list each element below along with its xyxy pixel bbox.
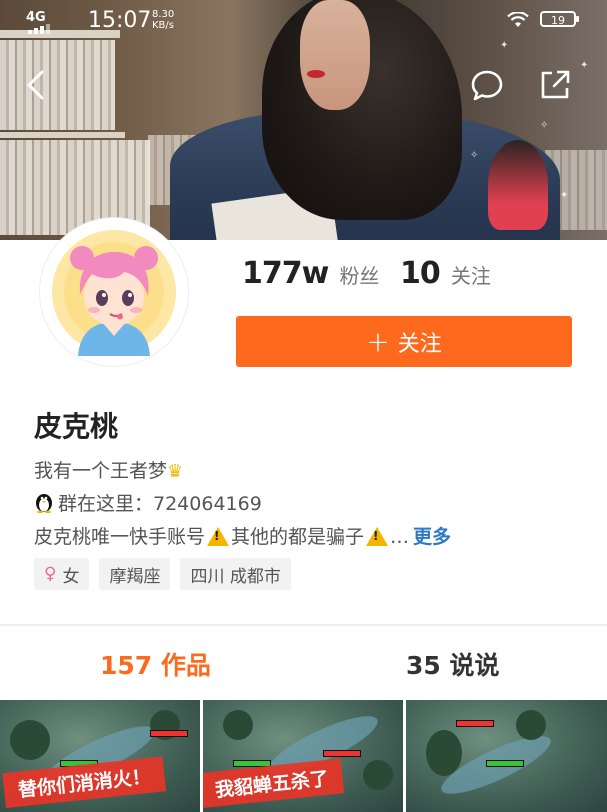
profile-tags: ♀ 女 摩羯座 四川 成都市 [34,558,291,590]
wifi-icon [507,12,529,27]
bookshelf [0,132,125,138]
thumbnail-caption: 我貂蝉五杀了 [203,758,345,808]
penguin-icon [36,494,52,514]
tag-location-label: 四川 成都市 [190,566,281,587]
follow-button-label: 关注 [397,331,442,357]
following-count: 10 [400,256,441,291]
bio-line-1: 我有一个王者梦♛ [34,456,183,483]
share-icon[interactable] [538,68,572,102]
video-thumbnail[interactable]: 我貂蝉五杀了 [203,700,403,812]
following-label: 关注 [450,264,491,288]
sparkle-icon: ✦ [580,60,589,71]
signal-icon [28,24,54,34]
tab-works[interactable]: 157 作品 [100,646,211,682]
network-type: 4G [26,10,46,25]
follow-button[interactable]: + 关注 [236,316,572,367]
network-speed: 8.30 KB/s [152,9,174,31]
tag-location: 四川 成都市 [180,558,291,590]
bio-line-1-text: 我有一个王者梦 [34,460,168,482]
sparkle-icon: ✦ [560,190,569,201]
sparkle-icon: ✧ [470,150,479,161]
warning-icon: ! [205,524,231,548]
avatar-illustration [52,230,176,356]
plus-icon: + [366,325,390,358]
tab-posts[interactable]: 35 说说 [406,646,500,682]
bio-line-3-text-a: 皮克桃唯一快手账号 [34,526,206,548]
tag-gender-label: 女 [62,566,80,587]
bio-line-3: 皮克桃唯一快手账号! 其他的都是骗子!… 更多 [34,524,452,548]
female-icon: ♀ [44,564,57,584]
status-bar: 4G 15:07 8.30 KB/s 19 [0,0,607,40]
crown-icon: ♛ [167,461,184,482]
following-stat[interactable]: 10 关注 [400,256,491,291]
network-speed-value: 8.30 [152,9,175,20]
tag-zodiac-label: 摩羯座 [109,566,161,587]
clock: 15:07 [88,8,152,33]
sparkle-icon: ✦ [500,40,509,51]
profile-name: 皮克桃 [34,410,119,443]
background-child [488,140,548,230]
battery-indicator: 19 [540,11,579,27]
person-lips [307,70,325,78]
bio-line-3-text-b: 其他的都是骗子 [231,526,365,548]
bookshelf-books [0,40,115,130]
video-thumbnail[interactable] [406,700,607,812]
sparkle-icon: ✧ [540,120,549,131]
bio-line-2: 群在这里：724064169 [34,489,262,516]
section-divider [0,624,607,626]
followers-stat[interactable]: 177w 粉丝 [242,256,379,291]
tag-zodiac: 摩羯座 [99,558,171,590]
chevron-left-icon[interactable] [20,68,54,102]
followers-count: 177w [242,256,329,291]
tag-gender: ♀ 女 [34,558,90,590]
works-grid: 替你们消消火！ 我貂蝉五杀了 [0,700,607,812]
bio-more-link[interactable]: 更多 [413,526,451,548]
chat-bubble-icon[interactable] [470,68,504,102]
video-thumbnail[interactable]: 替你们消消火！ [0,700,200,812]
thumbnail-caption: 替你们消消火！ [2,756,167,808]
avatar[interactable] [40,218,188,366]
warning-icon: ! [364,524,390,548]
network-speed-unit: KB/s [152,20,174,31]
followers-label: 粉丝 [339,264,380,288]
bio-line-2-text: 群在这里：724064169 [58,493,262,515]
